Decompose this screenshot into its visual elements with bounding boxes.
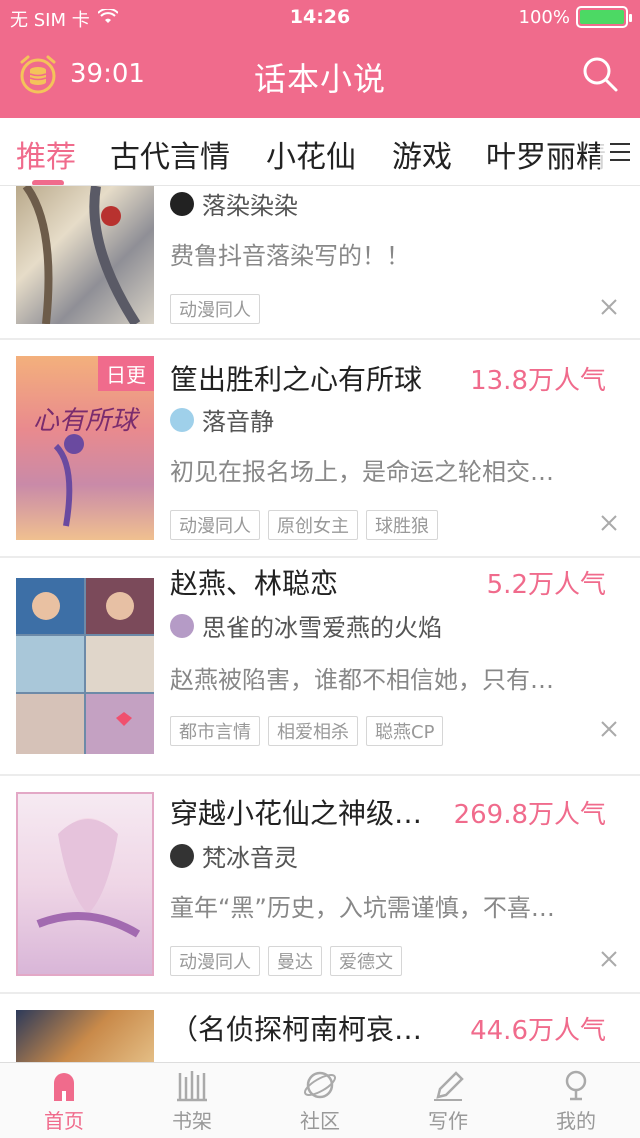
author-name: 思雀的冰雪爱燕的火焰 xyxy=(202,614,442,642)
novel-cover[interactable] xyxy=(16,1010,154,1062)
tag[interactable]: 爱德文 xyxy=(330,946,402,976)
tabs-menu-button[interactable] xyxy=(600,118,640,185)
novel-feed: 落染染染 费鲁抖音落染写的！！ 动漫同人 心有所球 日更 筐出胜利之心有所球 1… xyxy=(0,186,640,1062)
cover-art xyxy=(22,186,141,324)
tab-home[interactable]: 首页 xyxy=(0,1063,128,1138)
bookshelf-icon xyxy=(177,1071,207,1102)
novel-card[interactable]: 赵燕、林聪恋 5.2万人气 思雀的冰雪爱燕的火焰 赵燕被陷害，谁都不相信她，只有… xyxy=(0,558,640,774)
battery-status: 100% xyxy=(518,6,632,28)
status-bar: 无 SIM 卡 14:26 100% xyxy=(0,0,640,34)
tab-games[interactable]: 游戏 xyxy=(392,132,452,176)
tab-label: 书架 xyxy=(172,1109,212,1133)
tag-list: 动漫同人 xyxy=(170,294,260,324)
tag-list: 动漫同人 曼达 爱德文 xyxy=(170,946,402,976)
author-avatar xyxy=(170,407,194,432)
tab-community[interactable]: 社区 xyxy=(256,1063,384,1138)
author-line[interactable]: 落音静 xyxy=(170,402,274,437)
close-icon[interactable] xyxy=(600,950,618,968)
author-line[interactable]: 思雀的冰雪爱燕的火焰 xyxy=(170,608,442,643)
tag[interactable]: 相爱相杀 xyxy=(268,716,358,746)
battery-icon xyxy=(576,6,632,28)
novel-description: 费鲁抖音落染写的！！ xyxy=(170,242,410,270)
novel-title[interactable]: 赵燕、林聪恋 xyxy=(170,562,338,602)
home-icon xyxy=(54,1073,74,1101)
close-icon[interactable] xyxy=(600,298,618,316)
tag[interactable]: 球胜狼 xyxy=(366,510,438,540)
tab-ancient-romance[interactable]: 古代言情 xyxy=(110,132,230,176)
tag[interactable]: 动漫同人 xyxy=(170,294,260,324)
author-avatar xyxy=(170,191,194,216)
tag[interactable]: 都市言情 xyxy=(170,716,260,746)
author-avatar xyxy=(170,613,194,638)
menu-icon xyxy=(610,143,630,161)
close-icon[interactable] xyxy=(600,514,618,532)
tag[interactable]: 聪燕CP xyxy=(366,716,444,746)
novel-title[interactable]: （名侦探柯南柯哀… xyxy=(170,1008,422,1048)
tab-recommend[interactable]: 推荐 xyxy=(16,132,76,176)
novel-card[interactable]: （名侦探柯南柯哀… 44.6万人气 xyxy=(0,994,640,1062)
novel-description: 初见在报名场上，是命运之轮相交… xyxy=(170,458,554,486)
author-name: 落音静 xyxy=(202,408,274,436)
search-icon[interactable] xyxy=(580,54,620,94)
novel-card[interactable]: 心有所球 日更 筐出胜利之心有所球 13.8万人气 落音静 初见在报名场上，是命… xyxy=(0,340,640,556)
tab-flower-fairy[interactable]: 小花仙 xyxy=(266,132,356,176)
tab-label: 首页 xyxy=(44,1109,84,1133)
tag[interactable]: 原创女主 xyxy=(268,510,358,540)
tab-label: 社区 xyxy=(300,1109,340,1133)
category-tabs: 推荐 古代言情 小花仙 游戏 叶罗丽精 xyxy=(0,118,640,186)
tab-profile[interactable]: 我的 xyxy=(512,1063,640,1138)
update-badge: 日更 xyxy=(98,356,154,391)
novel-card[interactable]: 落染染染 费鲁抖音落染写的！！ 动漫同人 xyxy=(0,186,640,338)
novel-description: 赵燕被陷害，谁都不相信她，只有… xyxy=(170,666,554,694)
tab-label: 我的 xyxy=(556,1109,596,1133)
author-name: 落染染染 xyxy=(202,192,298,220)
cover-art xyxy=(36,818,141,938)
cover-art xyxy=(16,578,154,754)
popularity: 5.2万人气 xyxy=(486,570,606,600)
novel-card[interactable]: 穿越小花仙之神级… 269.8万人气 梵冰音灵 童年“黑”历史，入坑需谨慎，不喜… xyxy=(0,776,640,992)
popularity: 13.8万人气 xyxy=(470,366,606,396)
novel-cover[interactable] xyxy=(16,578,154,754)
novel-description: 童年“黑”历史，入坑需谨慎，不喜… xyxy=(170,894,555,922)
popularity: 269.8万人气 xyxy=(453,800,606,830)
author-line[interactable]: 梵冰音灵 xyxy=(170,838,298,873)
tab-write[interactable]: 写作 xyxy=(384,1063,512,1138)
close-icon[interactable] xyxy=(600,720,618,738)
author-avatar xyxy=(170,843,194,868)
tag[interactable]: 动漫同人 xyxy=(170,510,260,540)
nav-bar: 39:01 话本小说 xyxy=(0,40,640,110)
popularity: 44.6万人气 xyxy=(470,1016,606,1046)
novel-title[interactable]: 筐出胜利之心有所球 xyxy=(170,358,422,398)
novel-cover[interactable] xyxy=(16,792,154,976)
tab-yeloli[interactable]: 叶罗丽精 xyxy=(486,132,606,176)
tag[interactable]: 动漫同人 xyxy=(170,946,260,976)
author-line[interactable]: 落染染染 xyxy=(170,186,298,221)
tag[interactable]: 曼达 xyxy=(268,946,322,976)
bottom-tab-bar: 首页 书架 社区 写作 我的 xyxy=(0,1062,640,1138)
pen-icon xyxy=(434,1071,464,1101)
author-name: 梵冰音灵 xyxy=(202,844,298,872)
tab-bookshelf[interactable]: 书架 xyxy=(128,1063,256,1138)
page-title: 话本小说 xyxy=(253,60,386,98)
planet-icon xyxy=(303,1071,337,1099)
tab-label: 写作 xyxy=(428,1109,468,1133)
novel-title[interactable]: 穿越小花仙之神级… xyxy=(170,792,422,832)
profile-icon xyxy=(565,1070,587,1101)
tag-list: 都市言情 相爱相杀 聪燕CP xyxy=(170,716,444,746)
app-header: 无 SIM 卡 14:26 100% 39:01 话本小说 xyxy=(0,0,640,118)
cover-title: 心有所球 xyxy=(32,406,137,436)
battery-percent: 100% xyxy=(518,6,570,28)
novel-cover[interactable] xyxy=(16,186,154,324)
tag-list: 动漫同人 原创女主 球胜狼 xyxy=(170,510,438,540)
novel-cover[interactable]: 心有所球 日更 xyxy=(16,356,154,540)
